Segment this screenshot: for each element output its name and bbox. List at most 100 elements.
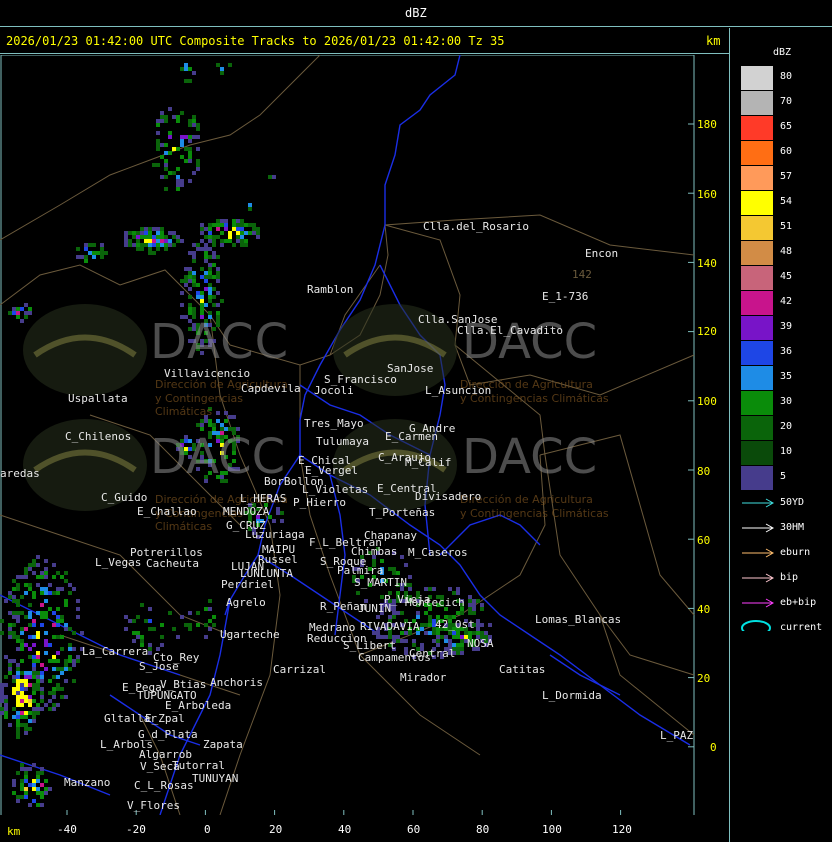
place-label[interactable]: NOSA: [467, 637, 494, 650]
echo-pixel: [160, 119, 164, 123]
echo-pixel: [196, 135, 200, 139]
echo-pixel: [128, 231, 132, 235]
legend-swatch: [741, 191, 773, 215]
echo-pixel: [472, 611, 476, 615]
place-label[interactable]: E_Zpal: [145, 712, 185, 725]
track-legend-label: 30HM: [780, 522, 805, 533]
echo-pixel: [196, 159, 200, 163]
place-label[interactable]: Lomas_Blancas: [535, 613, 621, 626]
place-label[interactable]: T_Porteñas: [369, 506, 435, 519]
place-label[interactable]: C_Chilenos: [65, 430, 131, 443]
echo-pixel: [212, 239, 216, 243]
place-label[interactable]: Carrizal: [273, 663, 326, 676]
place-label[interactable]: Villavicencio: [164, 367, 250, 380]
place-label[interactable]: L_Dormida: [542, 689, 602, 702]
place-label[interactable]: Encon: [585, 247, 618, 260]
echo-pixel: [88, 243, 92, 247]
legend-label: 30: [780, 396, 793, 407]
place-label[interactable]: Divisadero: [415, 490, 481, 503]
place-label[interactable]: La_Carrera: [82, 645, 148, 658]
place-label[interactable]: Manzano: [64, 776, 110, 789]
place-label[interactable]: Catitas: [499, 663, 545, 676]
place-label[interactable]: E_1-736: [542, 290, 588, 303]
echo-pixel: [236, 235, 240, 239]
place-label[interactable]: Campamentos: [358, 651, 431, 664]
place-label[interactable]: Perdriel: [221, 578, 274, 591]
place-label[interactable]: Capdevila: [241, 382, 301, 395]
place-label[interactable]: Agrelo: [226, 596, 266, 609]
place-label[interactable]: Montecich: [405, 596, 465, 609]
echo-pixel: [40, 695, 44, 699]
place-label[interactable]: aredas: [0, 467, 40, 480]
place-label[interactable]: Tutorral: [172, 759, 225, 772]
place-label[interactable]: L_Vegas: [95, 556, 141, 569]
place-label[interactable]: M_Calif: [405, 456, 451, 469]
echo-pixel: [68, 655, 72, 659]
place-label[interactable]: 42_Ost: [435, 618, 475, 631]
echo-pixel: [76, 247, 80, 251]
echo-pixel: [16, 695, 20, 699]
echo-pixel: [480, 607, 484, 611]
place-label[interactable]: C_L_Rosas: [134, 779, 194, 792]
place-label[interactable]: TUNUYAN: [192, 772, 238, 785]
echo-pixel: [40, 699, 44, 703]
place-label[interactable]: Anchoris: [210, 676, 263, 689]
place-label[interactable]: E_Carmen: [385, 430, 438, 443]
place-label[interactable]: L_Asuncion: [425, 384, 491, 397]
y-tick-label: 160: [697, 188, 717, 201]
echo-pixel: [188, 147, 192, 151]
legend-swatch: [741, 341, 773, 365]
echo-pixel: [176, 167, 180, 171]
echo-pixel: [56, 571, 60, 575]
echo-pixel: [164, 159, 168, 163]
echo-pixel: [72, 663, 76, 667]
place-label[interactable]: Luzuriaga: [245, 528, 305, 541]
echo-pixel: [148, 647, 152, 651]
place-label[interactable]: Clla.El_Cavadito: [457, 324, 563, 337]
place-label[interactable]: Ramblon: [307, 283, 353, 296]
place-label[interactable]: C_Guido: [101, 491, 147, 504]
echo-pixel: [64, 623, 68, 627]
echo-pixel: [56, 615, 60, 619]
place-label[interactable]: E_Challao: [137, 505, 197, 518]
echo-pixel: [404, 639, 408, 643]
place-label[interactable]: Mirador: [400, 671, 446, 684]
place-label[interactable]: Cacheuta: [146, 557, 199, 570]
place-label[interactable]: Uspallata: [68, 392, 128, 405]
place-label[interactable]: RIVADAVIA: [360, 620, 420, 633]
place-label[interactable]: SanJose: [387, 362, 433, 375]
place-label[interactable]: S_MARTIN: [354, 576, 407, 589]
echo-pixel: [456, 635, 460, 639]
place-label[interactable]: L_Violetas: [302, 483, 368, 496]
echo-pixel: [220, 71, 224, 75]
place-label[interactable]: Tres_Mayo: [304, 417, 364, 430]
place-label[interactable]: L_HERAS: [240, 492, 286, 505]
echo-pixel: [84, 255, 88, 259]
place-label[interactable]: Ugarteche: [220, 628, 280, 641]
echo-pixel: [36, 635, 40, 639]
echo-pixel: [64, 663, 68, 667]
place-label[interactable]: L_PAZ: [660, 729, 693, 742]
echo-pixel: [92, 251, 96, 255]
echo-pixel: [236, 231, 240, 235]
echo-pixel: [64, 579, 68, 583]
echo-pixel: [240, 243, 244, 247]
place-label[interactable]: Jocoli: [314, 384, 354, 397]
echo-pixel: [204, 607, 208, 611]
place-label[interactable]: MENDOZA: [223, 505, 269, 518]
place-label[interactable]: 142: [572, 268, 592, 281]
echo-pixel: [224, 227, 228, 231]
place-label[interactable]: Zapata: [203, 738, 243, 751]
place-label[interactable]: Clla.del_Rosario: [423, 220, 529, 233]
echo-pixel: [208, 223, 212, 227]
echo-pixel: [204, 247, 208, 251]
place-label[interactable]: M_Caseros: [408, 546, 468, 559]
echo-pixel: [252, 231, 256, 235]
echo-pixel: [140, 603, 144, 607]
place-label[interactable]: Tulumaya: [316, 435, 369, 448]
place-label[interactable]: E_Arboleda: [165, 699, 231, 712]
place-label[interactable]: V_Flores: [127, 799, 180, 812]
place-label[interactable]: S_Jose: [139, 660, 179, 673]
echo-pixel: [392, 607, 396, 611]
place-label[interactable]: P_Hierro: [293, 496, 346, 509]
